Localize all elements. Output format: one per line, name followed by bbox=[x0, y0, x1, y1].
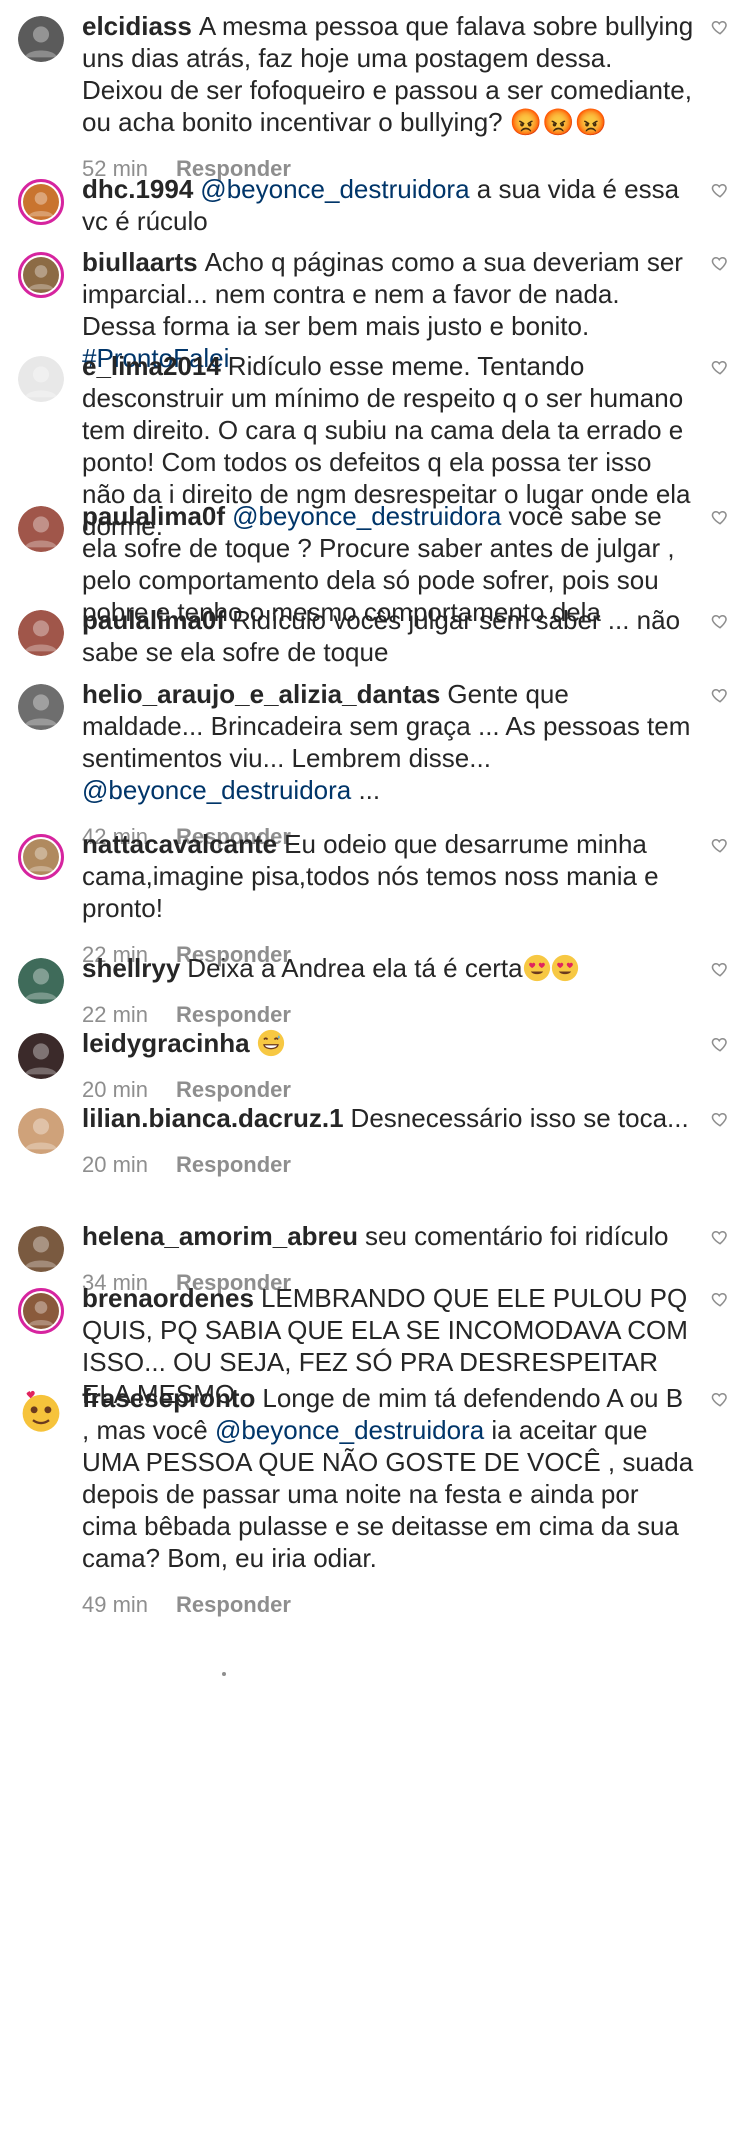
user-avatar-icon[interactable] bbox=[18, 356, 64, 402]
mention-link[interactable]: @beyonce_destruidora bbox=[215, 1415, 484, 1445]
like-heart-icon[interactable] bbox=[711, 1110, 729, 1128]
user-avatar-icon[interactable] bbox=[18, 16, 64, 62]
heart-eyes-emoji-icon bbox=[523, 953, 551, 983]
user-avatar-icon[interactable] bbox=[18, 1288, 64, 1334]
like-heart-icon[interactable] bbox=[711, 508, 729, 526]
like-heart-icon[interactable] bbox=[711, 18, 729, 36]
comment-username[interactable]: helena_amorim_abreu bbox=[82, 1221, 358, 1251]
like-heart-icon[interactable] bbox=[711, 612, 729, 630]
like-heart-icon[interactable] bbox=[711, 181, 729, 199]
like-heart-icon[interactable] bbox=[711, 1228, 729, 1246]
comment-timestamp: 20 min bbox=[82, 1077, 149, 1102]
comment-username[interactable]: paulalima0f bbox=[82, 605, 225, 635]
comment-timestamp: 22 min bbox=[82, 1002, 149, 1027]
comment-body: frasesepronto Longe de mim tá defendendo … bbox=[82, 1382, 697, 1618]
like-heart-icon[interactable] bbox=[711, 836, 729, 854]
comment-meta: 22 min Responder bbox=[82, 1002, 697, 1028]
like-heart-icon[interactable] bbox=[711, 1290, 729, 1308]
like-heart-icon[interactable] bbox=[711, 358, 729, 376]
like-heart-icon[interactable] bbox=[711, 1390, 729, 1408]
mention-link[interactable]: @beyonce_destruidora bbox=[82, 775, 351, 805]
user-avatar-icon[interactable] bbox=[18, 834, 64, 880]
comment-username[interactable]: paulalima0f bbox=[82, 501, 225, 531]
comment-username[interactable]: helio_araujo_e_alizia_dantas bbox=[82, 679, 440, 709]
like-heart-icon[interactable] bbox=[711, 1035, 729, 1053]
comment-username[interactable]: shellryy bbox=[82, 953, 180, 983]
heart-eyes-emoji-icon bbox=[551, 953, 579, 983]
user-avatar-icon[interactable] bbox=[18, 684, 64, 730]
comment-text: seu comentário foi ridículo bbox=[365, 1221, 669, 1251]
user-avatar-icon[interactable] bbox=[18, 1108, 64, 1154]
comment-body: helio_araujo_e_alizia_dantas Gente que ma… bbox=[82, 678, 697, 850]
comment-body: dhc.1994 @beyonce_destruidora a sua vida … bbox=[82, 173, 697, 237]
comment-username[interactable]: frasesepronto bbox=[82, 1383, 255, 1413]
like-heart-icon[interactable] bbox=[711, 686, 729, 704]
grin-sweat-emoji-icon bbox=[257, 1028, 285, 1058]
comment-body: leidygracinha 20 min Responder bbox=[82, 1027, 697, 1103]
comment-timestamp: 49 min bbox=[82, 1592, 149, 1617]
mention-link[interactable]: @beyonce_destruidora bbox=[232, 501, 501, 531]
comment-username[interactable]: e_lima2014 bbox=[82, 351, 221, 381]
comment-username[interactable]: dhc.1994 bbox=[82, 174, 193, 204]
comment-username[interactable]: lilian.bianca.dacruz.1 bbox=[82, 1103, 344, 1133]
comment-text: ... bbox=[351, 775, 381, 805]
comment-username[interactable]: leidygracinha bbox=[82, 1028, 250, 1058]
comment-body: nattacavalcante Eu odeio que desarrume mi… bbox=[82, 828, 697, 968]
emoji-avatar-icon[interactable] bbox=[18, 1388, 64, 1434]
comment-username[interactable]: biullaarts bbox=[82, 247, 198, 277]
user-avatar-icon[interactable] bbox=[18, 1033, 64, 1079]
comment-body: lilian.bianca.dacruz.1 Desnecessário isso… bbox=[82, 1102, 697, 1178]
comment-text: Deixa a Andrea ela tá é certa bbox=[187, 953, 523, 983]
comments-list: elcidiass A mesma pessoa que falava sobre… bbox=[0, 0, 750, 2153]
user-avatar-icon[interactable] bbox=[18, 1226, 64, 1272]
comment-text: Desnecessário isso se toca... bbox=[350, 1103, 689, 1133]
comment-username[interactable]: elcidiass bbox=[82, 11, 192, 41]
comment-body: elcidiass A mesma pessoa que falava sobre… bbox=[82, 10, 697, 182]
comment-meta: 20 min Responder bbox=[82, 1152, 697, 1178]
reply-button[interactable]: Responder bbox=[176, 1592, 291, 1617]
user-avatar-icon[interactable] bbox=[18, 506, 64, 552]
reply-button[interactable]: Responder bbox=[176, 1002, 291, 1027]
reply-button[interactable]: Responder bbox=[176, 1077, 291, 1102]
comment-meta: 49 min Responder bbox=[82, 1592, 697, 1618]
user-avatar-icon[interactable] bbox=[18, 958, 64, 1004]
mention-link[interactable]: @beyonce_destruidora bbox=[200, 174, 469, 204]
comment-username[interactable]: brenaordenes bbox=[82, 1283, 254, 1313]
like-heart-icon[interactable] bbox=[711, 254, 729, 272]
separator-dot bbox=[222, 1672, 226, 1676]
comment-meta: 20 min Responder bbox=[82, 1077, 697, 1103]
reply-button[interactable]: Responder bbox=[176, 1152, 291, 1177]
user-avatar-icon[interactable] bbox=[18, 610, 64, 656]
comment-body: shellryy Deixa a Andrea ela tá é certa 22 … bbox=[82, 952, 697, 1028]
comment-username[interactable]: nattacavalcante bbox=[82, 829, 277, 859]
like-heart-icon[interactable] bbox=[711, 960, 729, 978]
user-avatar-icon[interactable] bbox=[18, 179, 64, 225]
user-avatar-icon[interactable] bbox=[18, 252, 64, 298]
comment-body: paulalima0f Ridículo vocês julgar sem sab… bbox=[82, 604, 697, 668]
comment-timestamp: 20 min bbox=[82, 1152, 149, 1177]
